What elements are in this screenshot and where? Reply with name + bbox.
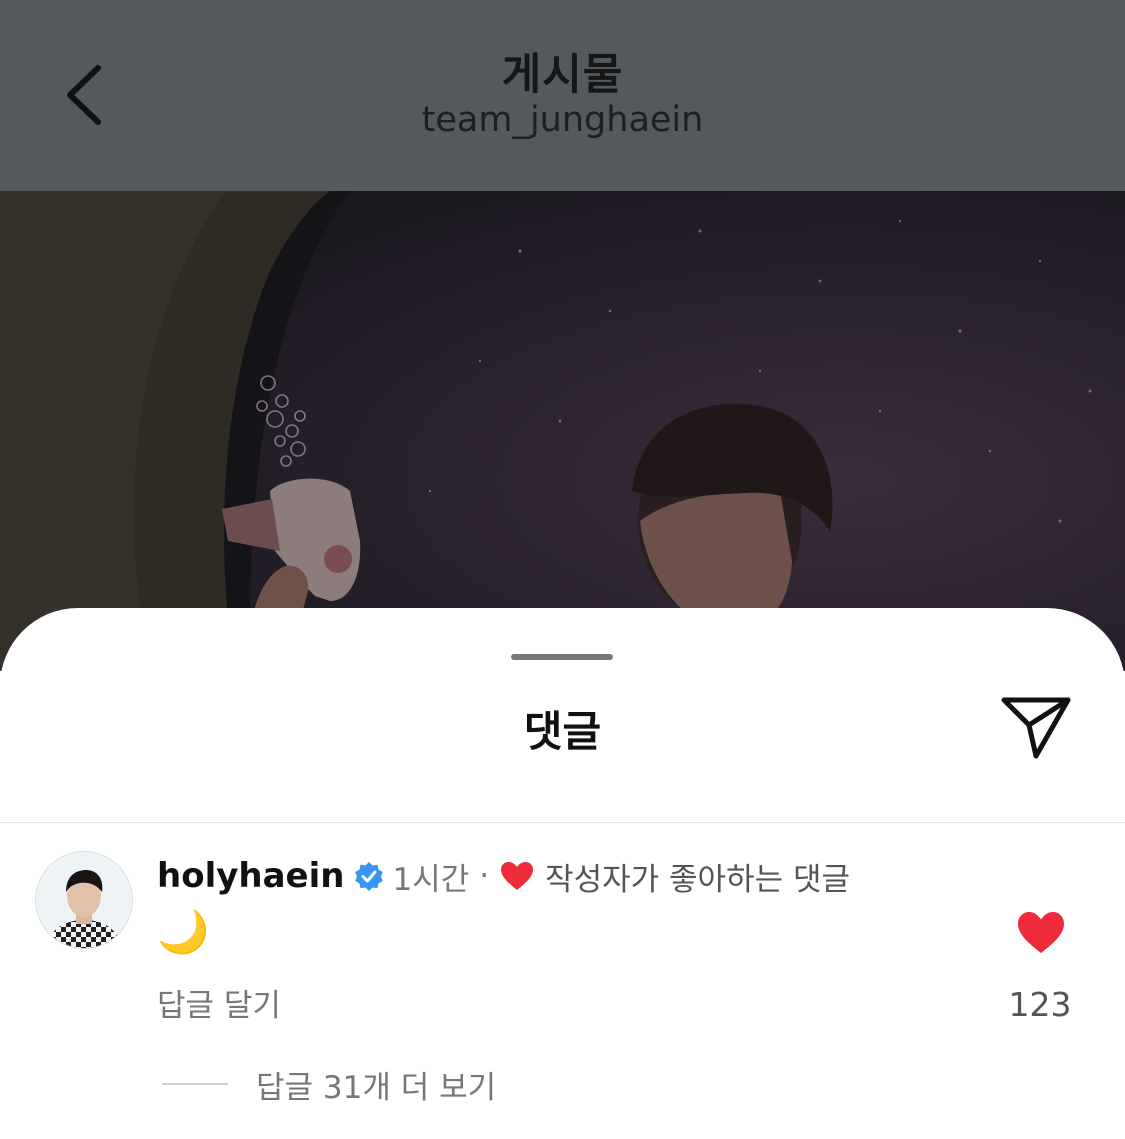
sheet-drag-handle[interactable] <box>511 654 613 660</box>
heart-icon <box>1018 912 1064 953</box>
like-count: 123 <box>1008 985 1072 1024</box>
view-replies-button[interactable]: 답글 31개 더 보기 <box>256 1062 496 1107</box>
comments-title: 댓글 <box>523 707 602 756</box>
send-icon <box>1001 697 1071 759</box>
post-photo <box>0 191 1125 671</box>
page-title: 게시물 <box>501 50 624 100</box>
replies-divider <box>162 1083 228 1085</box>
avatar[interactable] <box>36 852 132 948</box>
comment-text: 🌙 <box>157 907 210 956</box>
divider <box>0 822 1125 823</box>
comment-like-button[interactable] <box>1016 910 1066 956</box>
comment-username[interactable]: holyhaein <box>157 856 344 896</box>
comment-time: 1시간 <box>392 861 470 898</box>
comment-meta: holyhaein 1시간 · 작성자가 좋아하는 댓글 <box>157 852 850 900</box>
share-button[interactable] <box>998 692 1074 762</box>
verified-badge-icon <box>354 861 384 891</box>
heart-icon <box>499 860 535 892</box>
account-name[interactable]: team_junghaein <box>0 100 1125 140</box>
separator-dot: · <box>479 858 490 894</box>
liked-by-author-label: 작성자가 좋아하는 댓글 <box>545 861 850 898</box>
reply-button[interactable]: 답글 달기 <box>157 980 281 1025</box>
profile-photo <box>36 852 132 948</box>
post-header: 게시물 team_junghaein <box>0 0 1125 191</box>
